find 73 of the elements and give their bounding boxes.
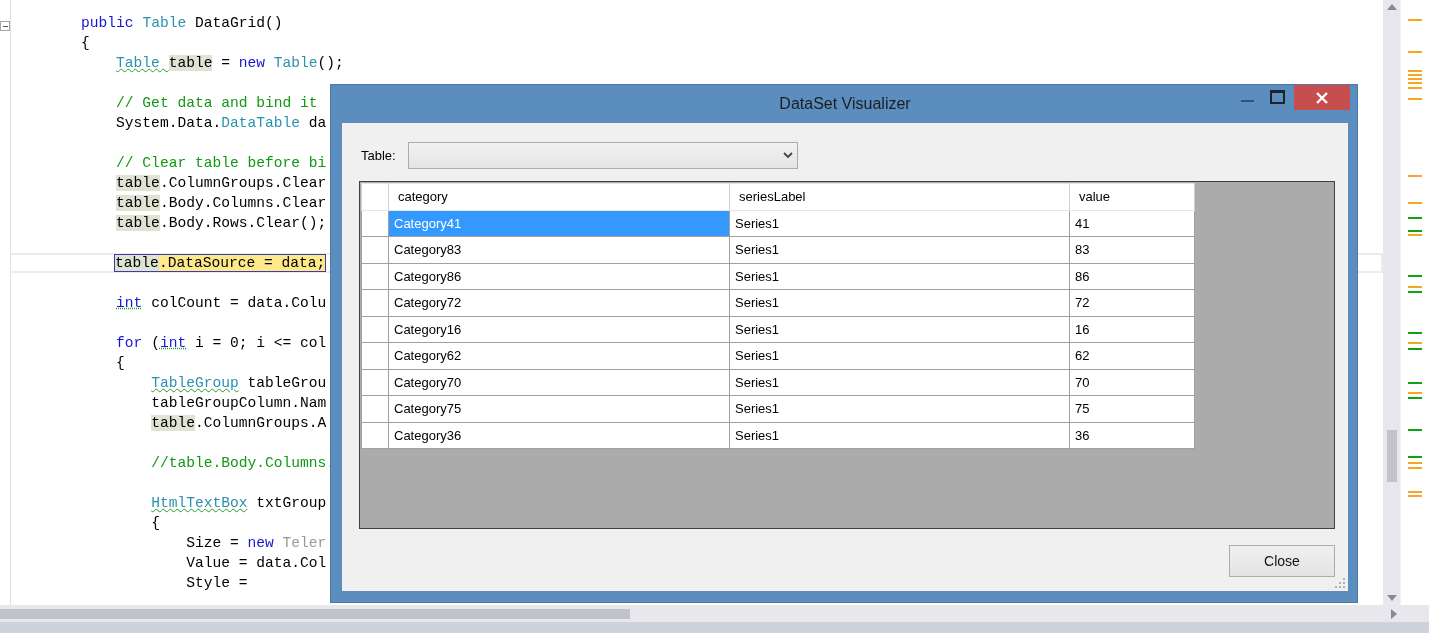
table-cell: 70 — [1069, 369, 1195, 396]
row-header[interactable] — [361, 342, 389, 369]
table-cell: 41 — [1069, 210, 1195, 237]
table-cell: 86 — [1069, 263, 1195, 290]
row-header[interactable] — [361, 369, 389, 396]
table-cell: Series1 — [729, 395, 1070, 422]
resize-grip-icon[interactable] — [1335, 578, 1345, 588]
row-header[interactable] — [361, 289, 389, 316]
table-cell: Category86 — [388, 263, 730, 290]
table-cell: Category16 — [388, 316, 730, 343]
code-line: Value = data.Col — [186, 554, 327, 573]
scroll-down-icon[interactable] — [1386, 595, 1397, 601]
code-line: table.ColumnGroups.A — [151, 414, 327, 433]
table-cell: Series1 — [729, 342, 1070, 369]
table-cell: 62 — [1069, 342, 1195, 369]
column-header[interactable]: seriesLabel — [729, 183, 1070, 210]
code-line: { — [116, 354, 125, 373]
column-header[interactable]: value — [1069, 183, 1195, 210]
code-line: System.Data.DataTable da — [116, 114, 327, 133]
code-line: HtmlTextBox txtGroup — [151, 494, 327, 513]
scrollbar-thumb[interactable] — [0, 608, 630, 619]
table-cell: 72 — [1069, 289, 1195, 316]
row-header[interactable] — [361, 236, 389, 263]
table-cell: Category70 — [388, 369, 730, 396]
table-cell: 16 — [1069, 316, 1195, 343]
table-cell: Series1 — [729, 236, 1070, 263]
code-line: Table table = new Table(); — [116, 54, 344, 73]
code-line: Size = new Teler — [186, 534, 327, 553]
table-cell: Series1 — [729, 369, 1070, 396]
close-button[interactable]: Close — [1229, 545, 1335, 577]
code-line: table.Body.Columns.Clear — [116, 194, 327, 213]
row-header[interactable] — [361, 395, 389, 422]
code-line: for (int i = 0; i <= col — [116, 334, 327, 353]
table-cell: Category36 — [388, 422, 730, 449]
code-line: //table.Body.Columns. — [151, 454, 336, 473]
table-cell: 83 — [1069, 236, 1195, 263]
table-cell: Category75 — [388, 395, 730, 422]
chevron-down-icon — [782, 152, 793, 159]
table-cell: Series1 — [729, 210, 1070, 237]
window-title: DataSet Visualizer — [779, 95, 911, 113]
scrollbar-thumb[interactable] — [1386, 430, 1397, 482]
table-label: Table: — [361, 148, 396, 163]
close-icon[interactable] — [1294, 85, 1350, 110]
table-cell: Category72 — [388, 289, 730, 316]
code-line: tableGroupColumn.Nam — [151, 394, 327, 413]
row-header[interactable] — [361, 263, 389, 290]
table-cell: Series1 — [729, 422, 1070, 449]
code-line: // Clear table before bi — [116, 154, 327, 173]
code-line: TableGroup tableGrou — [151, 374, 327, 393]
table-cell: 75 — [1069, 395, 1195, 422]
code-line: int colCount = data.Colu — [116, 294, 327, 313]
code-line: table.ColumnGroups.Clear — [116, 174, 327, 193]
table-cell: Series1 — [729, 289, 1070, 316]
table-cell: Series1 — [729, 316, 1070, 343]
row-header[interactable] — [361, 422, 389, 449]
code-line: { — [151, 514, 160, 533]
row-header[interactable] — [361, 316, 389, 343]
scroll-right-icon[interactable] — [1391, 608, 1397, 619]
table-cell: Category83 — [388, 236, 730, 263]
row-header[interactable] — [361, 210, 389, 237]
table-dropdown[interactable] — [407, 142, 798, 169]
collapse-icon[interactable] — [0, 21, 10, 31]
column-header[interactable]: category — [388, 183, 730, 210]
code-line: // Get data and bind it — [116, 94, 318, 113]
table-cell: Category41 — [388, 210, 730, 237]
scroll-up-icon[interactable] — [1386, 4, 1397, 10]
code-line: public Table DataGrid() — [81, 14, 283, 33]
table-cell: Series1 — [729, 263, 1070, 290]
code-line: { — [81, 34, 90, 53]
table-cell: Category62 — [388, 342, 730, 369]
table-cell: 36 — [1069, 422, 1195, 449]
code-line: Style = — [186, 574, 248, 593]
code-line: table.Body.Rows.Clear(); — [116, 214, 327, 233]
